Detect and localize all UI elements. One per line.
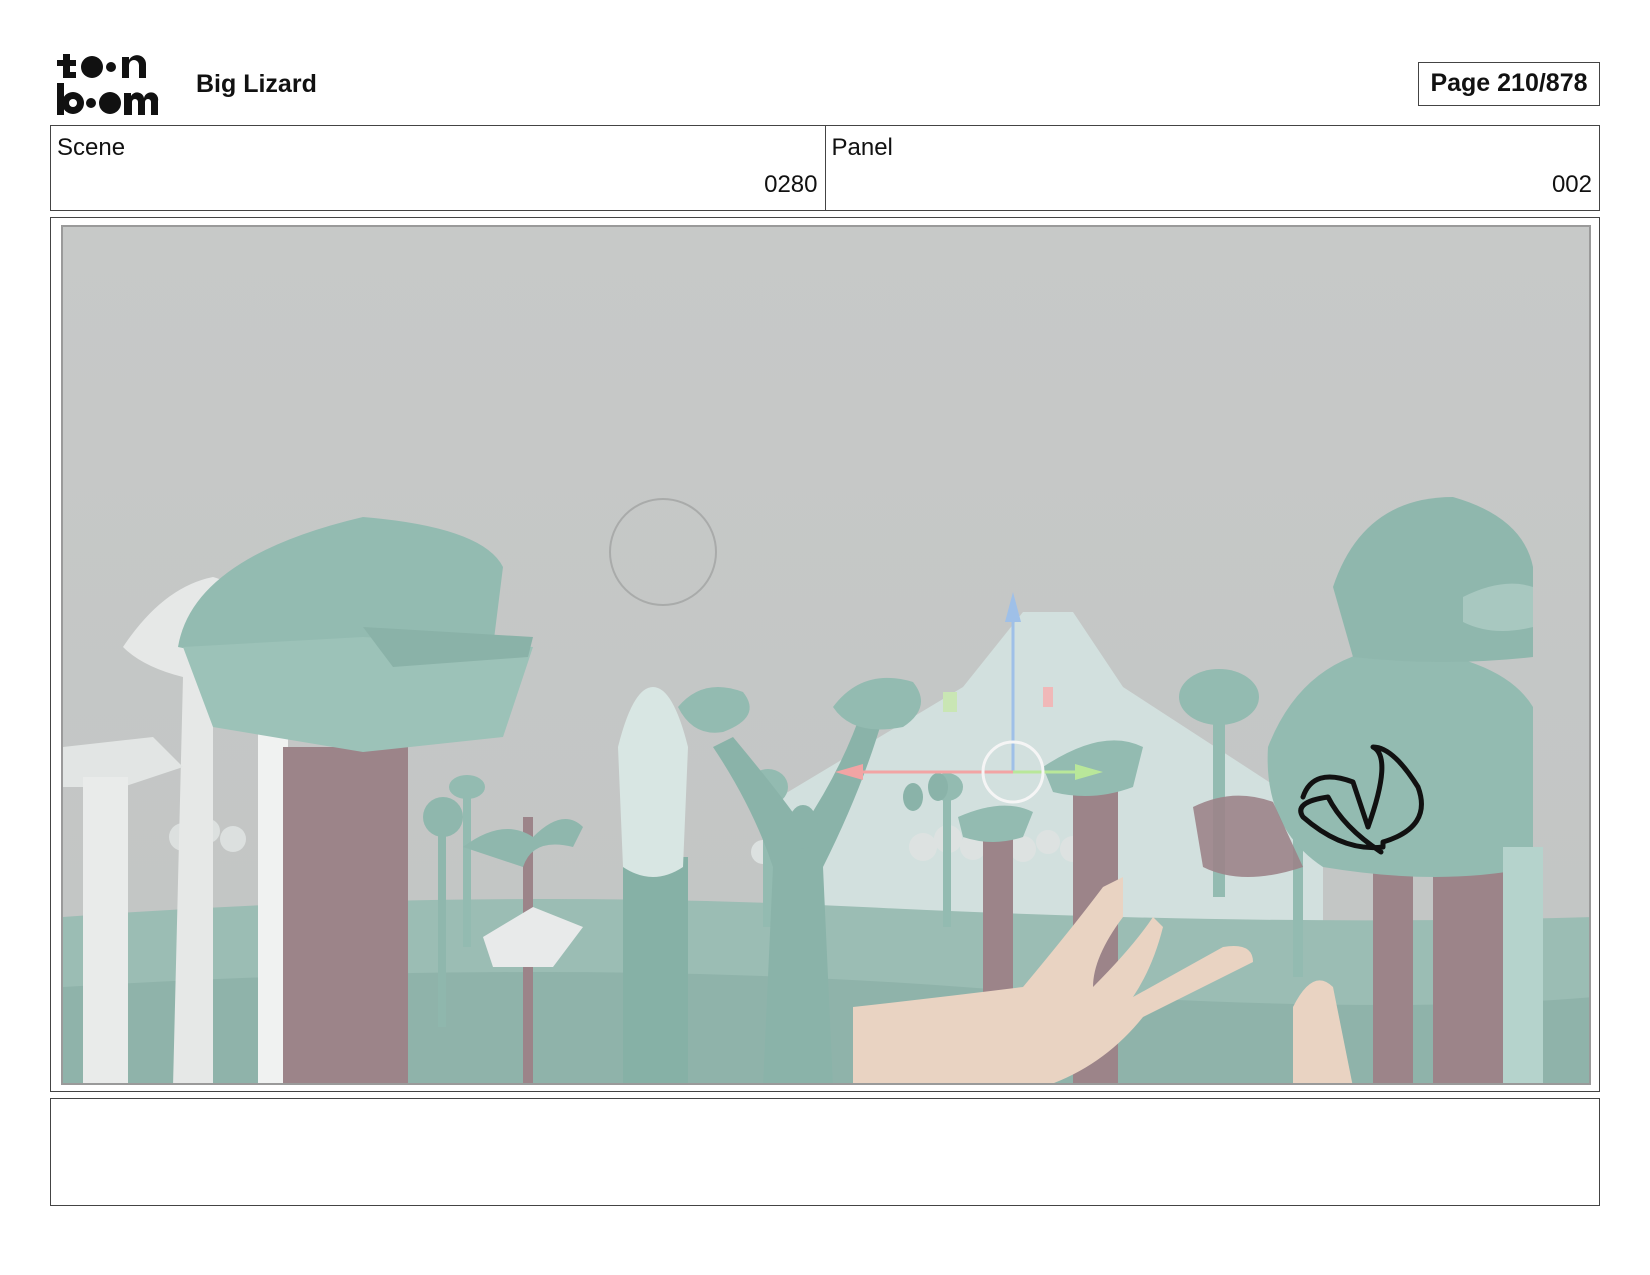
bulb-tree (618, 687, 688, 1083)
forest-scene-illustration (63, 227, 1589, 1083)
project-title: Big Lizard (196, 70, 317, 98)
panel-value: 002 (1551, 171, 1592, 198)
scene-label: Scene (57, 134, 126, 161)
scene-value: 0280 (764, 171, 818, 198)
page-indicator: Page 210/878 (1418, 62, 1600, 106)
scene-cell: Scene 0280 (51, 126, 825, 210)
scene-panel-info: Scene 0280 Panel 002 (50, 125, 1600, 211)
scene-image[interactable] (61, 225, 1591, 1085)
storyboard-frame (50, 217, 1600, 1092)
panel-cell: Panel 002 (824, 126, 1600, 210)
panel-label: Panel (831, 134, 893, 161)
toon-boom-logo (54, 52, 172, 116)
dialogue-notes-box[interactable] (50, 1098, 1600, 1206)
logo-graphic (57, 54, 159, 115)
